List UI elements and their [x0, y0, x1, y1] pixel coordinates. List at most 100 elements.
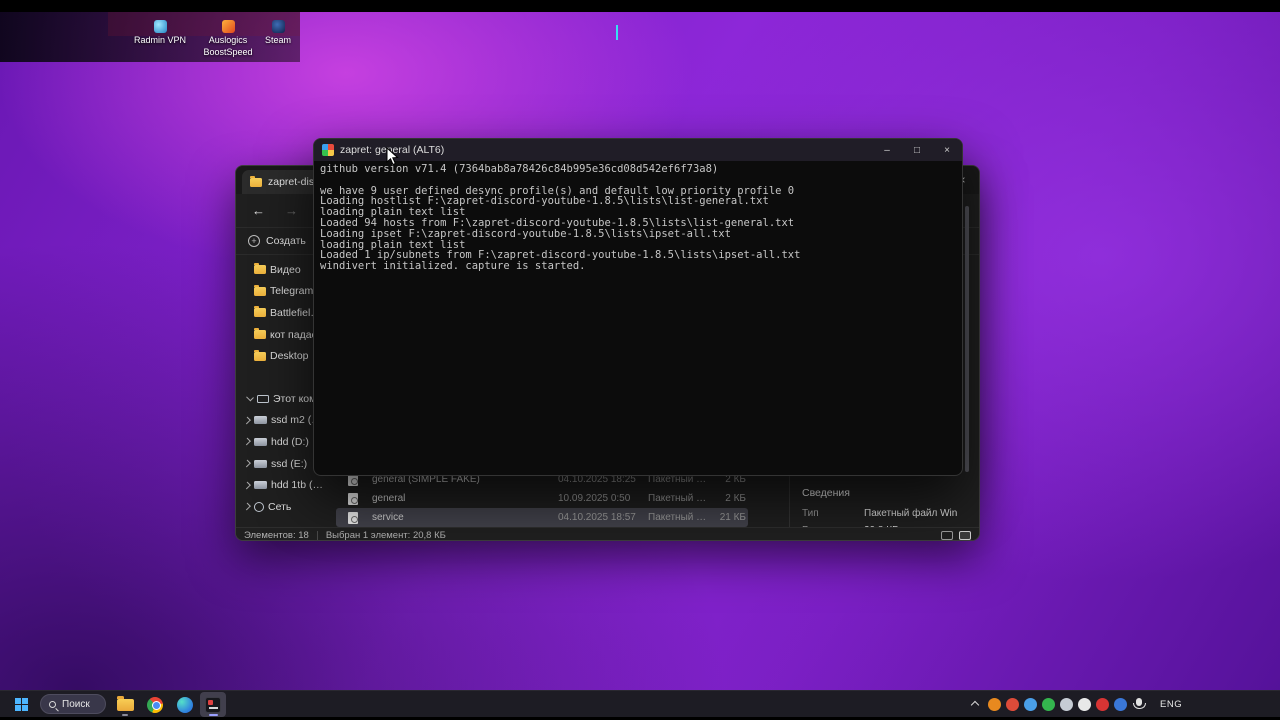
drive-icon	[254, 459, 267, 468]
language-indicator[interactable]: ENG	[1160, 699, 1182, 710]
create-button[interactable]: Создать	[266, 235, 306, 247]
desktop-icon-radmin-vpn[interactable]: Radmin VPN	[128, 20, 192, 45]
chevron-right-icon[interactable]	[243, 459, 251, 468]
selection-info: Выбран 1 элемент: 20,8 КБ	[325, 529, 446, 541]
file-explorer-icon	[116, 696, 134, 711]
explorer-statusbar: Элементов: 18 Выбран 1 элемент: 20,8 КБ	[236, 527, 979, 541]
folder-icon	[254, 349, 266, 361]
folder-icon	[254, 306, 266, 318]
edge-icon	[177, 696, 193, 713]
details-view-icon[interactable]	[941, 530, 953, 540]
details-type-label: Тип	[802, 508, 819, 519]
tray-icon[interactable]	[1060, 698, 1073, 711]
console-line: Loading ipset F:\zapret-discord-youtube-…	[320, 227, 731, 240]
console-line: windivert initialized. capture is starte…	[320, 260, 586, 273]
tray-icon[interactable]	[1114, 698, 1127, 711]
taskbar-edge-button[interactable]	[172, 692, 198, 717]
radmin-vpn-icon	[153, 20, 167, 33]
active-running-indicator	[209, 713, 218, 716]
chevron-right-icon[interactable]	[243, 502, 251, 511]
chevron-right-icon[interactable]	[243, 416, 251, 425]
details-size-row: Размер 20,8 КБ	[802, 525, 957, 527]
drive-icon	[254, 481, 267, 490]
start-button[interactable]	[8, 693, 34, 716]
details-header: Сведения	[802, 487, 850, 499]
desktop-icon-steam[interactable]: Steam	[246, 20, 310, 45]
thumbnail-view-icon[interactable]	[959, 530, 971, 540]
folder-icon	[254, 263, 266, 275]
drive-icon	[254, 437, 267, 446]
close-button[interactable]: ×	[932, 139, 962, 161]
running-indicator	[122, 713, 128, 716]
steam-icon	[271, 20, 285, 33]
details-type-row: Тип Пакетный файл Windows	[802, 508, 957, 519]
file-date: 04.10.2025 18:57	[558, 512, 636, 523]
details-size-value: 20,8 КБ	[864, 525, 957, 527]
search-icon	[49, 700, 56, 708]
sidebar-item-label: ssd (E:)	[271, 457, 308, 470]
desktop-icon-label: Radmin VPN	[133, 35, 187, 45]
tray-icon[interactable]	[988, 698, 1001, 711]
taskbar-chrome-button[interactable]	[142, 692, 168, 717]
drive-icon	[254, 416, 267, 425]
file-row[interactable]: general 10.09.2025 0:50 Пакетный файл Wi…	[336, 489, 748, 508]
explorer-scrollbar[interactable]	[965, 206, 969, 472]
mouse-cursor	[386, 147, 399, 166]
console-title: zapret: general (ALT6)	[340, 144, 445, 156]
microphone-tray-icon[interactable]	[1133, 698, 1147, 709]
items-count: Элементов: 18	[244, 529, 309, 541]
console-window: zapret: general (ALT6) – □ × github vers…	[313, 138, 963, 476]
tray-icons	[988, 698, 1127, 711]
plus-icon: +	[248, 235, 260, 247]
windows-logo-icon	[14, 698, 28, 711]
sidebar-item-label: Desktop	[270, 350, 309, 363]
network-icon	[254, 501, 264, 512]
batch-file-icon	[348, 511, 358, 524]
file-name: service	[372, 512, 404, 523]
console-titlebar[interactable]: zapret: general (ALT6) – □ ×	[314, 139, 962, 161]
sidebar-item-network[interactable]: Сеть	[236, 496, 332, 518]
folder-icon	[250, 175, 262, 187]
console-line: github version v71.4 (7364bab8a78426c84b…	[320, 163, 719, 175]
cursor-caret-artifact	[616, 25, 618, 40]
back-button[interactable]: ←	[252, 203, 265, 218]
console-app-icon	[322, 144, 334, 156]
folder-icon	[254, 284, 266, 296]
tray-icon[interactable]	[1024, 698, 1037, 711]
file-row-selected[interactable]: service 04.10.2025 18:57 Пакетный файл W…	[336, 508, 748, 527]
auslogics-icon	[221, 20, 235, 33]
minimize-button[interactable]: –	[872, 139, 902, 161]
desktop-icon-label: Steam	[264, 35, 291, 45]
details-type-value: Пакетный файл Windows	[864, 508, 957, 519]
sidebar-item-drive-f[interactable]: hdd 1tb (F:)	[236, 474, 332, 496]
chrome-icon	[147, 696, 163, 713]
folder-icon	[254, 328, 266, 340]
desktop-icon-label-line2: BoostSpeed	[203, 47, 253, 57]
file-size: 2 КБ	[725, 493, 746, 504]
file-type: Пакетный файл Windows	[648, 493, 712, 504]
chevron-right-icon[interactable]	[243, 438, 251, 446]
chevron-right-icon[interactable]	[243, 481, 251, 490]
sidebar-item-label: hdd (D:)	[271, 435, 309, 448]
file-date: 10.09.2025 0:50	[558, 493, 631, 504]
computer-icon	[257, 394, 269, 403]
forward-button[interactable]: →	[285, 203, 298, 218]
tray-icon[interactable]	[1078, 698, 1091, 711]
file-name: general	[372, 493, 406, 504]
view-toggle-group	[941, 530, 971, 540]
maximize-button[interactable]: □	[902, 139, 932, 161]
tray-icon[interactable]	[1042, 698, 1055, 711]
sidebar-item-label: Сеть	[268, 500, 292, 513]
batch-file-icon	[348, 492, 358, 505]
tray-icon[interactable]	[1096, 698, 1109, 711]
details-size-label: Размер	[802, 525, 864, 527]
console-output: github version v71.4 (7364bab8a78426c84b…	[314, 161, 962, 272]
sidebar-item-label: hdd 1tb (F:)	[271, 479, 325, 492]
tray-expand-icon[interactable]	[970, 700, 980, 710]
screen: Radmin VPN Auslogics BoostSpeed Steam za…	[0, 0, 1280, 720]
sidebar-item-label: Видео	[270, 263, 301, 276]
taskbar-search[interactable]: Поиск	[40, 694, 106, 714]
tray-icon[interactable]	[1006, 698, 1019, 711]
chevron-down-icon[interactable]	[246, 393, 254, 402]
